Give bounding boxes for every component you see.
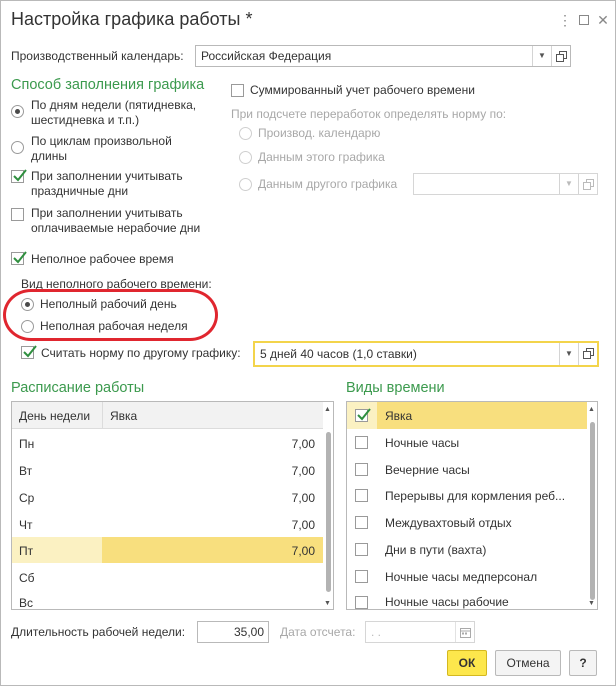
list-item[interactable]: Ночные часы медперсонал xyxy=(347,563,587,589)
part-time-label: Неполное рабочее время xyxy=(31,252,174,266)
time-type-checkbox[interactable] xyxy=(355,570,368,583)
calendar-open-icon[interactable] xyxy=(551,46,570,66)
scroll-down-icon[interactable]: ▼ xyxy=(588,600,595,607)
norm-calendar-label: Производ. календарю xyxy=(258,126,381,140)
calendar-icon[interactable] xyxy=(455,622,474,642)
more-vertical-icon[interactable]: ⋮ xyxy=(557,11,573,29)
summarized-checkbox[interactable] xyxy=(231,84,244,97)
table-row[interactable]: Сб xyxy=(12,564,323,590)
norm-this-schedule-label: Данным этого графика xyxy=(258,150,385,164)
table-row[interactable]: Ср 7,00 xyxy=(12,484,323,510)
list-item-selected[interactable]: Явка xyxy=(347,402,587,429)
time-type-checkbox[interactable] xyxy=(355,543,368,556)
norm-other-label: Считать норму по другому графику: xyxy=(41,346,241,360)
table-row[interactable]: Чт 7,00 xyxy=(12,511,323,537)
list-item[interactable]: Междувахтовый отдых xyxy=(347,509,587,535)
norm-other-value: 5 дней 40 часов (1,0 ставки) xyxy=(260,347,417,361)
schedule-title: Расписание работы xyxy=(11,380,145,396)
column-header-attendance: Явка xyxy=(110,409,138,423)
time-types-list: Явка Ночные часы Вечерние часы Перерывы … xyxy=(346,401,598,610)
time-type-checkbox[interactable] xyxy=(355,516,368,529)
table-row-selected[interactable]: Пт 7,00 xyxy=(12,537,323,563)
schedule-table-header: День недели Явка xyxy=(12,402,323,429)
scroll-up-icon[interactable]: ▲ xyxy=(588,406,595,413)
checkmark-icon xyxy=(23,345,37,358)
cancel-button[interactable]: Отмена xyxy=(495,650,561,676)
schedule-table: День недели Явка Пн 7,00 Вт 7,00 Ср 7,00… xyxy=(11,401,334,610)
calendar-label: Производственный календарь: xyxy=(11,49,184,63)
close-icon[interactable]: ✕ xyxy=(595,11,611,29)
ref-date-value: . . xyxy=(371,625,382,639)
schedule-scrollbar[interactable]: ▲ ▼ xyxy=(323,402,333,609)
table-row[interactable]: Вт 7,00 xyxy=(12,457,323,483)
norm-other-open-icon[interactable] xyxy=(578,343,597,365)
maximize-icon[interactable] xyxy=(576,11,592,29)
table-row[interactable]: Вс xyxy=(12,591,323,609)
week-length-label: Длительность рабочей недели: xyxy=(11,625,186,639)
norm-this-schedule-radio[interactable] xyxy=(239,151,252,164)
checkmark-icon xyxy=(13,169,27,182)
column-header-day: День недели xyxy=(19,409,91,423)
holidays-label: При заполнении учитывать праздничные дни xyxy=(31,169,183,198)
help-button[interactable]: ? xyxy=(569,650,597,676)
calendar-value: Российская Федерация xyxy=(201,49,332,63)
holidays-checkbox[interactable] xyxy=(11,169,27,183)
window-title: Настройка графика работы * xyxy=(11,9,253,29)
calendar-dropdown-icon[interactable]: ▼ xyxy=(532,46,551,66)
ok-button[interactable]: ОК xyxy=(447,650,487,676)
list-item[interactable]: Дни в пути (вахта) xyxy=(347,536,587,562)
summarized-label: Суммированный учет рабочего времени xyxy=(250,83,475,97)
other-schedule-field[interactable]: ▼ xyxy=(413,173,598,195)
time-type-checkbox[interactable] xyxy=(355,408,371,422)
scrollbar-thumb[interactable] xyxy=(326,432,331,592)
fill-by-weekdays-label: По дням недели (пятидневка, шестидневка и… xyxy=(31,98,197,127)
fill-by-weekdays-radio[interactable] xyxy=(11,105,24,118)
ref-date-field[interactable]: . . xyxy=(365,621,475,643)
list-item[interactable]: Перерывы для кормления реб... xyxy=(347,482,587,508)
norm-other-field[interactable]: 5 дней 40 часов (1,0 ставки) ▼ xyxy=(253,341,599,367)
checkmark-icon xyxy=(13,251,27,264)
table-row[interactable]: Пн 7,00 xyxy=(12,430,323,456)
norm-other-schedule-radio[interactable] xyxy=(239,178,252,191)
week-length-value: 35,00 xyxy=(233,625,264,639)
settings-window: Настройка графика работы * ⋮ ✕ Производс… xyxy=(0,0,616,686)
time-types-title: Виды времени xyxy=(346,380,445,396)
norm-other-checkbox[interactable] xyxy=(21,345,37,359)
time-type-checkbox[interactable] xyxy=(355,436,368,449)
other-schedule-open-icon[interactable] xyxy=(578,174,597,194)
paid-nonworking-label: При заполнении учитывать оплачиваемые нер… xyxy=(31,206,201,235)
fill-by-cycles-label: По циклам произвольной длины xyxy=(31,134,172,163)
checkmark-icon xyxy=(357,408,371,421)
scroll-up-icon[interactable]: ▲ xyxy=(324,406,331,413)
fill-by-cycles-radio[interactable] xyxy=(11,141,24,154)
ref-date-label: Дата отсчета: xyxy=(280,625,356,639)
list-item[interactable]: Ночные часы рабочие xyxy=(347,589,587,609)
time-types-scrollbar[interactable]: ▲ ▼ xyxy=(587,402,597,609)
norm-caption: При подсчете переработок определять норм… xyxy=(231,107,507,121)
list-item[interactable]: Ночные часы xyxy=(347,429,587,455)
paid-nonworking-checkbox[interactable] xyxy=(11,208,24,221)
week-length-field[interactable]: 35,00 xyxy=(197,621,269,643)
norm-other-schedule-label: Данным другого графика xyxy=(258,177,398,191)
time-type-checkbox[interactable] xyxy=(355,596,368,609)
list-item[interactable]: Вечерние часы xyxy=(347,456,587,482)
red-annotation-oval xyxy=(3,289,218,341)
scrollbar-thumb[interactable] xyxy=(590,422,595,600)
time-type-checkbox[interactable] xyxy=(355,463,368,476)
calendar-field[interactable]: Российская Федерация ▼ xyxy=(195,45,571,67)
time-type-checkbox[interactable] xyxy=(355,489,368,502)
other-schedule-dropdown-icon[interactable]: ▼ xyxy=(559,174,578,194)
norm-calendar-radio[interactable] xyxy=(239,127,252,140)
fill-method-title: Способ заполнения графика xyxy=(11,77,205,93)
part-time-checkbox[interactable] xyxy=(11,251,27,265)
scroll-down-icon[interactable]: ▼ xyxy=(324,600,331,607)
norm-other-dropdown-icon[interactable]: ▼ xyxy=(559,343,578,365)
